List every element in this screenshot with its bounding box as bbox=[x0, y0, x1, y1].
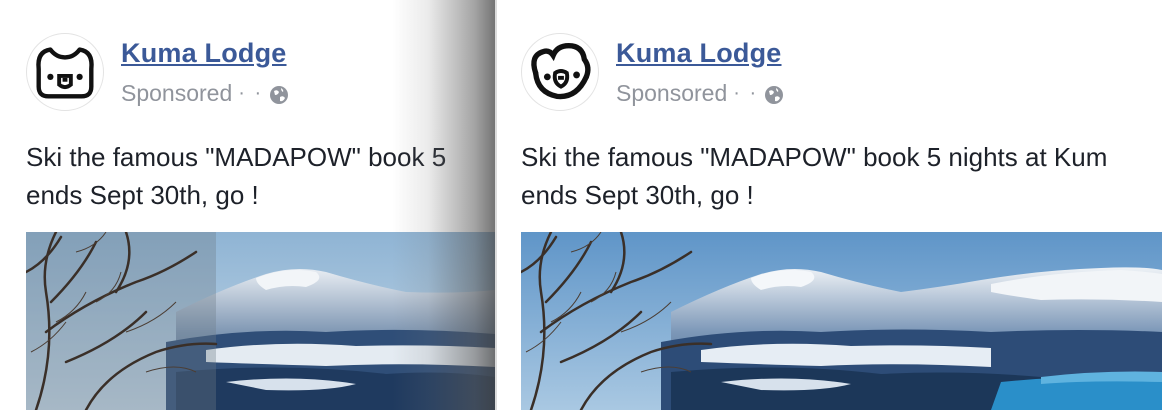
bear-logo-icon bbox=[36, 47, 94, 99]
globe-icon[interactable] bbox=[269, 84, 289, 104]
page-avatar[interactable] bbox=[26, 33, 104, 111]
ad-preview-right: Kuma Lodge Sponsored · · Ski the famous … bbox=[497, 0, 1162, 410]
sponsored-label: Sponsored bbox=[121, 80, 233, 106]
globe-icon[interactable] bbox=[764, 84, 784, 104]
page-name-link[interactable]: Kuma Lodge bbox=[121, 38, 287, 69]
post-text-line: ends Sept 30th, go ! bbox=[26, 180, 259, 210]
page-name-link[interactable]: Kuma Lodge bbox=[616, 38, 782, 69]
sponsored-label: Sponsored bbox=[616, 80, 728, 106]
sponsored-meta: Sponsored · · bbox=[121, 80, 289, 107]
post-text: Ski the famous "MADAPOW" book 5 nights a… bbox=[521, 138, 1107, 214]
ad-preview-left: Kuma Lodge Sponsored · · Ski the famous … bbox=[0, 0, 495, 410]
separator-dots: · · bbox=[733, 82, 759, 104]
sponsored-meta: Sponsored · · bbox=[616, 80, 784, 107]
ad-photo[interactable] bbox=[521, 232, 1162, 410]
post-text-line: Ski the famous "MADAPOW" book 5 nights a… bbox=[521, 142, 1108, 172]
separator-dots: · · bbox=[238, 82, 264, 104]
ad-photo[interactable] bbox=[26, 232, 495, 410]
post-text: Ski the famous "MADAPOW" book 5 ends Sep… bbox=[26, 138, 446, 214]
bear-logo-icon bbox=[531, 43, 591, 100]
post-text-line: Ski the famous "MADAPOW" book 5 bbox=[26, 142, 447, 172]
post-text-line: ends Sept 30th, go ! bbox=[521, 180, 754, 210]
page-avatar[interactable] bbox=[521, 33, 599, 111]
